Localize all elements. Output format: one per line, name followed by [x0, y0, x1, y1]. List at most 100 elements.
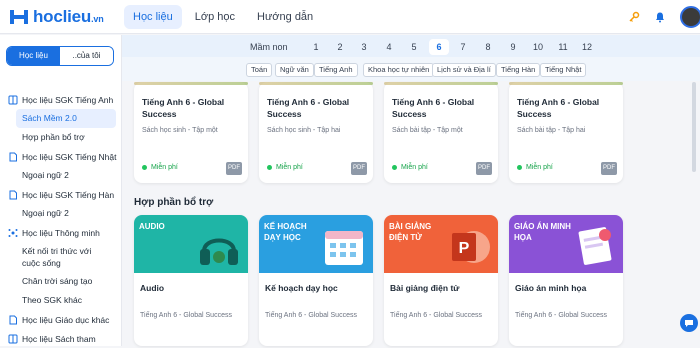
sidebar-item-ket-noi-tri-thuc[interactable]: Kết nối tri thức với cuộc sống	[0, 242, 110, 272]
sidebar-item-chan-troi-sang-tao[interactable]: Chân trời sáng tạo	[0, 272, 122, 291]
top-bar: hoclieu.vn Học liệu Lớp học Hướng dẫn	[0, 0, 700, 34]
tab-hoc-lieu[interactable]: Học liệu	[124, 5, 182, 29]
supplement-name: Kế hoạch dạy học	[265, 283, 338, 293]
grade-filter: Mầm non 1 2 3 4 5 6 7 8 9 10 11 12	[122, 35, 700, 57]
sidebar-item-theo-sgk-khac[interactable]: Theo SGK khác	[0, 291, 122, 310]
avatar[interactable]	[680, 6, 700, 28]
book-meta: Sách học sinh - Tập hai	[267, 127, 341, 134]
bell-icon[interactable]	[654, 11, 666, 23]
sidebar-item-sach-mem[interactable]: Sách Mềm 2.0	[16, 109, 116, 128]
free-badge: Miễn phí	[392, 164, 428, 171]
sidebar-item-label: Học liệu SGK Tiếng Hàn	[22, 189, 115, 200]
sidebar-item-label: Học liệu SGK Tiếng Anh	[22, 94, 114, 105]
tab-huong-dan[interactable]: Hướng dẫn	[248, 5, 322, 29]
supplement-sub: Tiếng Anh 6 - Global Success	[265, 312, 357, 319]
toggle-hoc-lieu[interactable]: Học liệu	[7, 47, 60, 65]
sidebar-item-label: Học liệu Sách tham	[22, 333, 96, 344]
main-nav: Học liệu Lớp học Hướng dẫn	[124, 5, 322, 29]
subject-tieng-han[interactable]: Tiếng Hàn	[496, 63, 541, 77]
supplement-card-giao-an[interactable]: GIÁO ÁN MINH HỌA Giáo án minh họa Tiếng …	[509, 215, 623, 346]
banner-label: GIÁO ÁN MINH HỌA	[514, 222, 571, 242]
chat-support-button[interactable]	[680, 314, 698, 332]
powerpoint-icon: P	[452, 231, 490, 263]
grade-1[interactable]: 1	[311, 39, 321, 55]
sidebar-list: Học liệu SGK Tiếng Anh Sách Mềm 2.0 Hợp …	[0, 90, 122, 348]
key-icon[interactable]	[628, 11, 640, 23]
grade-9[interactable]: 9	[508, 39, 518, 55]
grade-6[interactable]: 6	[429, 39, 449, 55]
sidebar-item-sach-tham-khao[interactable]: Học liệu Sách tham	[0, 329, 122, 348]
book-card[interactable]: Tiếng Anh 6 - Global Success Sách học si…	[259, 82, 373, 183]
grade-7[interactable]: 7	[458, 39, 468, 55]
tab-lop-hoc[interactable]: Lớp học	[186, 5, 244, 29]
sidebar-item-thong-minh[interactable]: Học liệu Thông minh	[0, 223, 122, 242]
status-dot-icon	[142, 165, 147, 170]
section-title: Hợp phần bổ trợ	[134, 197, 214, 208]
document-icon	[9, 190, 17, 199]
subject-lich-su-dia-li[interactable]: Lịch sử và Địa lí	[432, 63, 496, 77]
pdf-badge: PDF	[601, 162, 617, 175]
grade-12[interactable]: 12	[580, 39, 594, 55]
banner-label: BÀI GIẢNG ĐIỆN TỬ	[389, 222, 432, 242]
top-right-tools	[628, 6, 700, 28]
library-toggle: Học liệu ..của tôi	[6, 46, 114, 66]
book-card[interactable]: Tiếng Anh 6 - Global Success Sách học si…	[134, 82, 248, 183]
sidebar-item-hop-phan-bo-tro[interactable]: Hợp phần bổ trợ	[0, 128, 122, 147]
subject-tieng-nhat[interactable]: Tiếng Nhật	[540, 63, 587, 77]
card-cover-strip	[509, 82, 623, 85]
sidebar-item-label: Học liệu SGK Tiếng Nhật	[22, 151, 117, 162]
calendar-icon	[325, 231, 363, 265]
free-badge: Miễn phí	[142, 164, 178, 171]
sidebar-item-sgk-tieng-anh[interactable]: Học liệu SGK Tiếng Anh	[0, 90, 122, 109]
subject-toan[interactable]: Toán	[246, 63, 273, 77]
book-card[interactable]: Tiếng Anh 6 - Global Success Sách bài tậ…	[384, 82, 498, 183]
grade-4[interactable]: 4	[384, 39, 394, 55]
sidebar-item-giao-duc-khac[interactable]: Học liệu Giáo dục khác	[0, 310, 122, 329]
logo-icon	[10, 10, 28, 24]
grade-10[interactable]: 10	[531, 39, 545, 55]
grade-2[interactable]: 2	[335, 39, 345, 55]
supplement-name: Bài giảng điện tử	[390, 283, 460, 293]
document-icon	[9, 152, 17, 161]
pdf-badge: PDF	[476, 162, 492, 175]
grade-3[interactable]: 3	[359, 39, 369, 55]
book-icon	[8, 95, 18, 104]
scrollbar[interactable]	[692, 82, 696, 172]
book-card[interactable]: Tiếng Anh 6 - Global Success Sách bài tậ…	[509, 82, 623, 183]
headphones-icon	[200, 238, 238, 265]
grade-8[interactable]: 8	[483, 39, 493, 55]
status-dot-icon	[392, 165, 397, 170]
grade-mam-non[interactable]: Mầm non	[250, 39, 288, 55]
subject-tieng-anh[interactable]: Tiếng Anh	[314, 63, 358, 77]
book-title: Tiếng Anh 6 - Global Success	[517, 97, 600, 119]
supplement-card-audio[interactable]: AUDIO Audio Tiếng Anh 6 - Global Success	[134, 215, 248, 346]
free-label: Miễn phí	[276, 164, 303, 171]
sidebar-item-sgk-tieng-nhat[interactable]: Học liệu SGK Tiếng Nhật	[0, 147, 122, 166]
supplement-sub: Tiếng Anh 6 - Global Success	[390, 312, 482, 319]
grade-11[interactable]: 11	[556, 39, 570, 55]
sidebar: Học liệu ..của tôi Học liệu SGK Tiếng An…	[0, 35, 122, 346]
lesson-plan-icon	[578, 227, 612, 265]
book-meta: Sách bài tập - Tập một	[392, 127, 463, 134]
subject-khoa-hoc-tu-nhien[interactable]: Khoa học tự nhiên	[363, 63, 435, 77]
document-icon	[9, 315, 17, 324]
network-icon	[8, 228, 18, 237]
free-badge: Miễn phí	[267, 164, 303, 171]
supplement-card-bai-giang[interactable]: BÀI GIẢNG ĐIỆN TỬ P Bài giảng điện tử Ti…	[384, 215, 498, 346]
sidebar-item-ngoai-ngu-2-nhat[interactable]: Ngoại ngữ 2	[0, 166, 122, 185]
sidebar-item-ngoai-ngu-2-han[interactable]: Ngoại ngữ 2	[0, 204, 122, 223]
grade-5[interactable]: 5	[409, 39, 419, 55]
subject-ngu-van[interactable]: Ngữ văn	[275, 63, 314, 77]
banner-label: AUDIO	[139, 222, 165, 231]
book-icon	[8, 334, 18, 343]
supplement-sub: Tiếng Anh 6 - Global Success	[140, 312, 232, 319]
logo[interactable]: hoclieu.vn	[8, 6, 104, 28]
card-cover-strip	[259, 82, 373, 85]
toggle-cua-toi[interactable]: ..của tôi	[60, 47, 113, 65]
free-badge: Miễn phí	[517, 164, 553, 171]
sidebar-item-label: Học liệu Giáo dục khác	[22, 314, 110, 325]
pdf-badge: PDF	[226, 162, 242, 175]
supplement-card-ke-hoach[interactable]: KẾ HOẠCH DẠY HỌC Kế hoạch dạy học Tiếng …	[259, 215, 373, 346]
sidebar-item-sgk-tieng-han[interactable]: Học liệu SGK Tiếng Hàn	[0, 185, 122, 204]
book-title: Tiếng Anh 6 - Global Success	[142, 97, 225, 119]
